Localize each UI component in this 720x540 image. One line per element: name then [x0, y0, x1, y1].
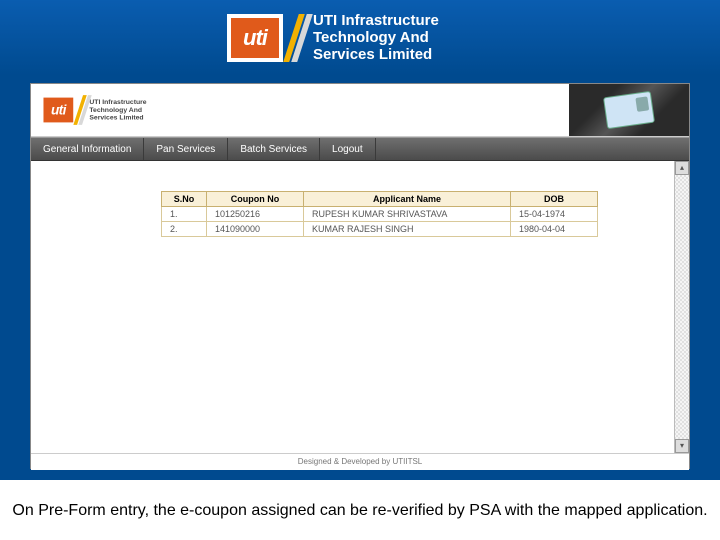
menu-pan-services[interactable]: Pan Services [144, 138, 228, 160]
slash-icon [291, 14, 305, 62]
app-window: uti UTI Infrastructure Technology And Se… [30, 83, 690, 469]
menu-logout[interactable]: Logout [320, 138, 376, 160]
hero-image [569, 84, 689, 136]
cell-coupon: 101250216 [207, 207, 304, 222]
col-coupon: Coupon No [207, 192, 304, 207]
scroll-down-button[interactable]: ▾ [675, 439, 689, 453]
cell-dob: 15-04-1974 [511, 207, 598, 222]
cell-name: KUMAR RAJESH SINGH [304, 222, 511, 237]
slide-caption: On Pre-Form entry, the e-coupon assigned… [10, 497, 710, 526]
slide-header: uti UTI Infrastructure Technology And Se… [0, 0, 720, 75]
uti-icon: uti [227, 14, 283, 62]
cell-dob: 1980-04-04 [511, 222, 598, 237]
col-dob: DOB [511, 192, 598, 207]
slide: uti UTI Infrastructure Technology And Se… [0, 0, 720, 540]
content-area: S.No Coupon No Applicant Name DOB 1. 101… [31, 161, 689, 453]
cell-sno: 2. [162, 222, 207, 237]
slash-icon [78, 95, 87, 125]
app-footer: Designed & Developed by UTIITSL [31, 453, 689, 470]
table-row[interactable]: 2. 141090000 KUMAR RAJESH SINGH 1980-04-… [162, 222, 598, 237]
menu-bar: General Information Pan Services Batch S… [31, 137, 689, 161]
cell-name: RUPESH KUMAR SHRIVASTAVA [304, 207, 511, 222]
table-row[interactable]: 1. 101250216 RUPESH KUMAR SHRIVASTAVA 15… [162, 207, 598, 222]
menu-general-info[interactable]: General Information [31, 138, 144, 160]
caption-area: On Pre-Form entry, the e-coupon assigned… [0, 480, 720, 540]
col-sno: S.No [162, 192, 207, 207]
cell-sno: 1. [162, 207, 207, 222]
table-header-row: S.No Coupon No Applicant Name DOB [162, 192, 598, 207]
pan-card-icon [603, 91, 655, 129]
app-logo: uti UTI Infrastructure Technology And Se… [41, 95, 151, 125]
app-header: uti UTI Infrastructure Technology And Se… [31, 84, 689, 137]
coupon-table: S.No Coupon No Applicant Name DOB 1. 101… [161, 191, 598, 237]
vertical-scrollbar[interactable]: ▴ ▾ [674, 161, 689, 453]
scroll-up-button[interactable]: ▴ [675, 161, 689, 175]
company-name-small: UTI Infrastructure Technology And Servic… [89, 98, 151, 122]
brand-logo: uti UTI Infrastructure Technology And Se… [227, 12, 493, 64]
menu-batch-services[interactable]: Batch Services [228, 138, 320, 160]
uti-icon: uti [41, 95, 76, 125]
cell-coupon: 141090000 [207, 222, 304, 237]
col-name: Applicant Name [304, 192, 511, 207]
company-name: UTI Infrastructure Technology And Servic… [313, 12, 493, 64]
logo-text: uti [243, 25, 267, 51]
